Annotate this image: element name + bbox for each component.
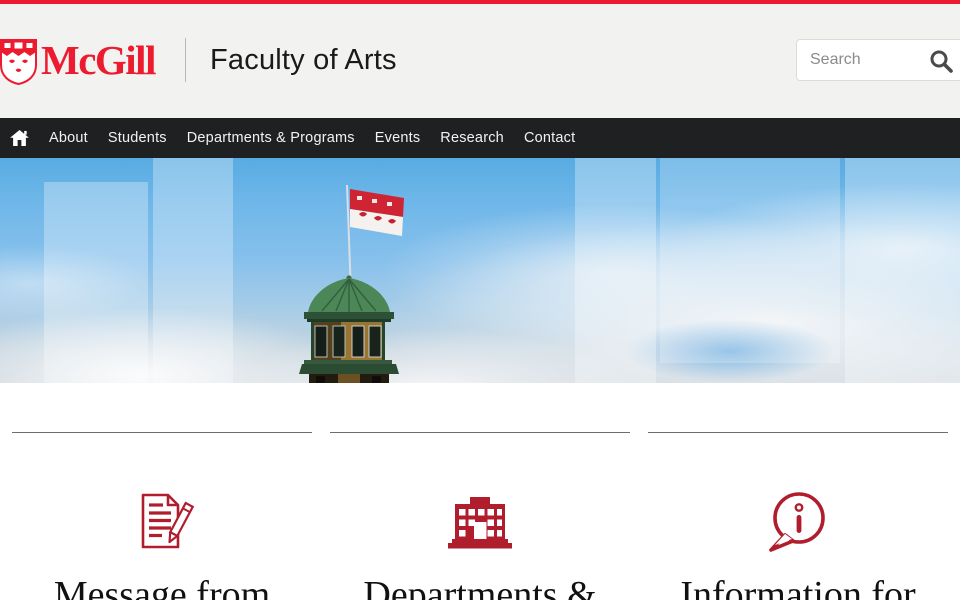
card-title-message-from[interactable]: Message from	[12, 574, 312, 600]
site-title[interactable]: Faculty of Arts	[210, 44, 397, 77]
photo-overlay-rect	[44, 182, 148, 383]
site-header: McGill Faculty of Arts	[0, 4, 960, 118]
building-icon	[330, 489, 630, 553]
card-title-information-for[interactable]: Information for	[648, 574, 948, 600]
search-input[interactable]	[797, 40, 925, 80]
document-pencil-icon	[12, 489, 312, 553]
main-navigation: About Students Departments & Programs Ev…	[0, 118, 960, 158]
card-departments: Departments &	[330, 432, 630, 600]
search-box	[796, 39, 960, 81]
home-icon[interactable]	[10, 130, 29, 146]
info-speech-bubble-icon	[648, 489, 948, 553]
mcgill-logo[interactable]: McGill	[0, 39, 155, 85]
mcgill-shield-icon	[0, 39, 37, 85]
quick-links-section: Message from	[0, 383, 960, 600]
nav-item-departments-programs[interactable]: Departments & Programs	[187, 130, 355, 146]
photo-overlay-rect	[153, 158, 233, 383]
nav-item-events[interactable]: Events	[375, 130, 421, 146]
photo-overlay-rect	[845, 158, 960, 383]
nav-item-about[interactable]: About	[49, 130, 88, 146]
hero-image	[0, 158, 960, 383]
nav-item-contact[interactable]: Contact	[524, 130, 575, 146]
search-icon[interactable]	[929, 49, 953, 73]
nav-item-research[interactable]: Research	[440, 130, 504, 146]
mcgill-flag	[350, 189, 404, 236]
card-title-departments[interactable]: Departments &	[330, 574, 630, 600]
header-divider	[185, 38, 186, 82]
card-information-for: Information for	[648, 432, 948, 600]
photo-overlay-rect	[660, 158, 840, 363]
nav-item-students[interactable]: Students	[108, 130, 167, 146]
mcgill-wordmark: McGill	[41, 40, 155, 85]
photo-overlay-rect	[575, 158, 656, 383]
card-message-from: Message from	[12, 432, 312, 600]
campus-tower-illustration	[296, 158, 406, 383]
